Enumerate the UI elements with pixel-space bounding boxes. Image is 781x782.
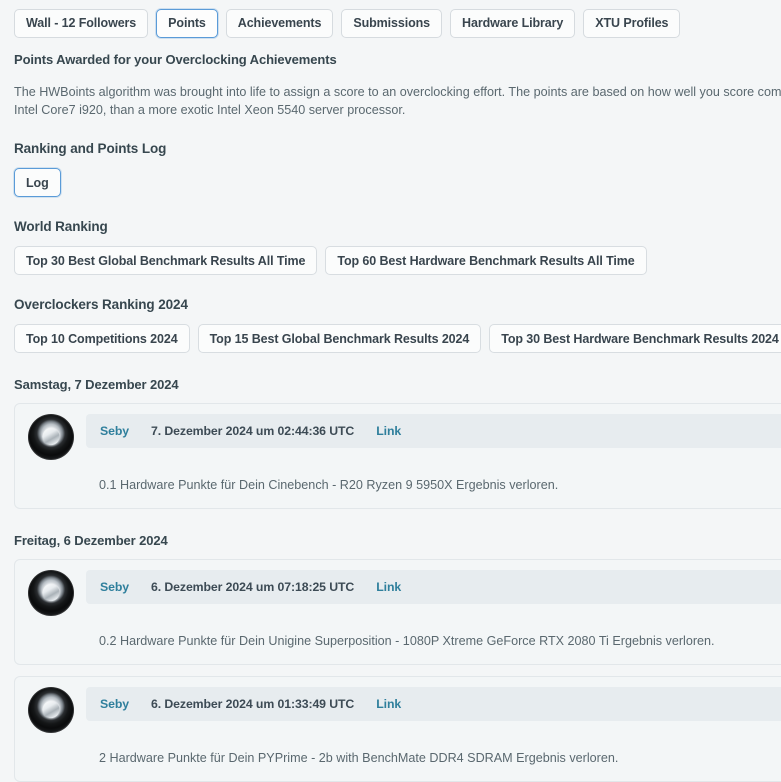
log-entry-top: Seby 6. Dezember 2024 um 01:33:49 UTC Link bbox=[15, 687, 781, 733]
page-content: Points Awarded for your Overclocking Ach… bbox=[0, 52, 781, 782]
tab-xtu-profiles[interactable]: XTU Profiles bbox=[583, 8, 681, 38]
ranking-and-points-log-title: Ranking and Points Log bbox=[14, 141, 167, 156]
log-entry: Seby 7. Dezember 2024 um 02:44:36 UTC Link… bbox=[14, 403, 781, 509]
button-top-30-best-hardware-benchmark-results-2024[interactable]: Top 30 Best Hardware Benchmark Results 2… bbox=[489, 324, 781, 353]
overclockers-ranking-button-row: Top 10 Competitions 2024 Top 15 Best Glob… bbox=[14, 324, 781, 353]
tab-achievements[interactable]: Achievements bbox=[225, 8, 334, 38]
ranking-log-button-row: Log bbox=[14, 168, 781, 197]
log-day-heading: Freitag, 6 Dezember 2024 bbox=[14, 533, 168, 548]
button-log[interactable]: Log bbox=[14, 168, 61, 197]
log-entry-top: Seby 6. Dezember 2024 um 07:18:25 UTC Link bbox=[15, 570, 781, 616]
overclockers-ranking-title: Overclockers Ranking 2024 bbox=[14, 297, 188, 312]
points-log-list: Samstag, 7 Dezember 2024 Seby 7. Dezember … bbox=[14, 377, 781, 782]
entry-message: 0.1 Hardware Punkte für Dein Cinebench -… bbox=[99, 478, 559, 492]
entry-author-link[interactable]: Seby bbox=[100, 580, 129, 594]
tab-hardware-library[interactable]: Hardware Library bbox=[450, 8, 576, 38]
entry-author-link[interactable]: Seby bbox=[100, 424, 129, 438]
points-page: Wall - 12 Followers Points Achievements Sub… bbox=[0, 0, 781, 782]
entry-timestamp: 6. Dezember 2024 um 01:33:49 UTC bbox=[151, 697, 355, 711]
profile-tab-bar: Wall - 12 Followers Points Achievements Sub… bbox=[0, 0, 781, 40]
world-ranking-title: World Ranking bbox=[14, 219, 108, 234]
log-day-heading: Samstag, 7 Dezember 2024 bbox=[14, 377, 179, 392]
entry-permalink[interactable]: Link bbox=[376, 424, 401, 438]
entry-permalink[interactable]: Link bbox=[376, 697, 401, 711]
user-avatar-icon[interactable] bbox=[28, 414, 74, 460]
tab-wall-12-followers[interactable]: Wall - 12 Followers bbox=[14, 8, 149, 38]
log-entry: Seby 6. Dezember 2024 um 01:33:49 UTC Link… bbox=[14, 676, 781, 782]
entry-permalink[interactable]: Link bbox=[376, 580, 401, 594]
user-avatar-icon[interactable] bbox=[28, 687, 74, 733]
tab-submissions[interactable]: Submissions bbox=[341, 8, 443, 38]
entry-author-link[interactable]: Seby bbox=[100, 697, 129, 711]
entry-message: 0.2 Hardware Punkte für Dein Unigine Sup… bbox=[99, 634, 715, 648]
log-entry-header: Seby 6. Dezember 2024 um 01:33:49 UTC Link bbox=[86, 687, 781, 721]
tab-points[interactable]: Points bbox=[156, 8, 218, 38]
button-top-15-best-global-benchmark-results-2024[interactable]: Top 15 Best Global Benchmark Results 202… bbox=[197, 324, 482, 353]
world-ranking-button-row: Top 30 Best Global Benchmark Results All… bbox=[14, 246, 781, 275]
log-entry-header: Seby 7. Dezember 2024 um 02:44:36 UTC Link bbox=[86, 414, 781, 448]
button-top-30-best-global-benchmark-results-all-time[interactable]: Top 30 Best Global Benchmark Results All… bbox=[14, 246, 318, 275]
intro-paragraph: The HWBoints algorithm was brought into … bbox=[14, 85, 781, 117]
log-entry-header: Seby 6. Dezember 2024 um 07:18:25 UTC Link bbox=[86, 570, 781, 604]
entry-timestamp: 7. Dezember 2024 um 02:44:36 UTC bbox=[151, 424, 355, 438]
page-title: Points Awarded for your Overclocking Ach… bbox=[14, 52, 337, 67]
user-avatar-icon[interactable] bbox=[28, 570, 74, 616]
entry-message: 2 Hardware Punkte für Dein PYPrime - 2b … bbox=[99, 751, 619, 765]
button-top-60-best-hardware-benchmark-results-all-time[interactable]: Top 60 Best Hardware Benchmark Results A… bbox=[325, 246, 647, 275]
button-top-10-competitions-2024[interactable]: Top 10 Competitions 2024 bbox=[14, 324, 190, 353]
entry-timestamp: 6. Dezember 2024 um 07:18:25 UTC bbox=[151, 580, 355, 594]
log-entry: Seby 6. Dezember 2024 um 07:18:25 UTC Link… bbox=[14, 559, 781, 665]
log-entry-top: Seby 7. Dezember 2024 um 02:44:36 UTC Link bbox=[15, 414, 781, 460]
